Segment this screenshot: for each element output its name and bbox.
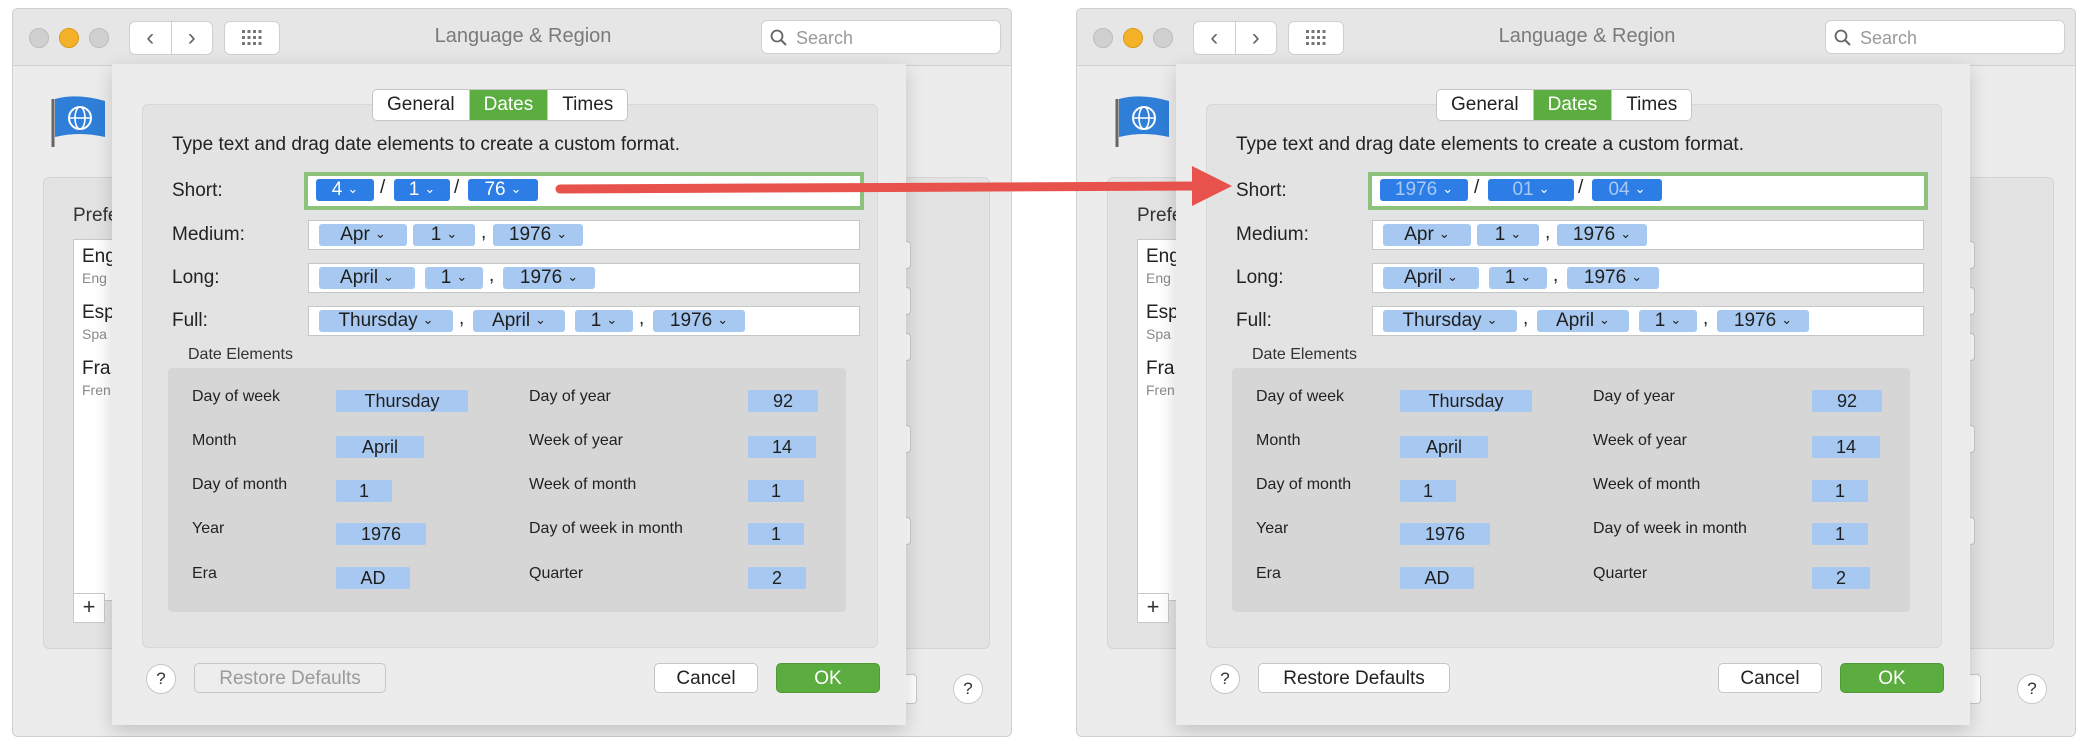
tab-general[interactable]: General [1437, 90, 1533, 120]
tab-times[interactable]: Times [547, 90, 627, 120]
tab-bar: General Dates Times [372, 89, 629, 121]
tab-times[interactable]: Times [1611, 90, 1691, 120]
tab-general[interactable]: General [373, 90, 469, 120]
tab-dates[interactable]: Dates [468, 90, 548, 120]
transition-arrow-icon [555, 166, 1232, 206]
tab-bar: General Dates Times [1436, 89, 1693, 121]
tab-dates[interactable]: Dates [1532, 90, 1612, 120]
